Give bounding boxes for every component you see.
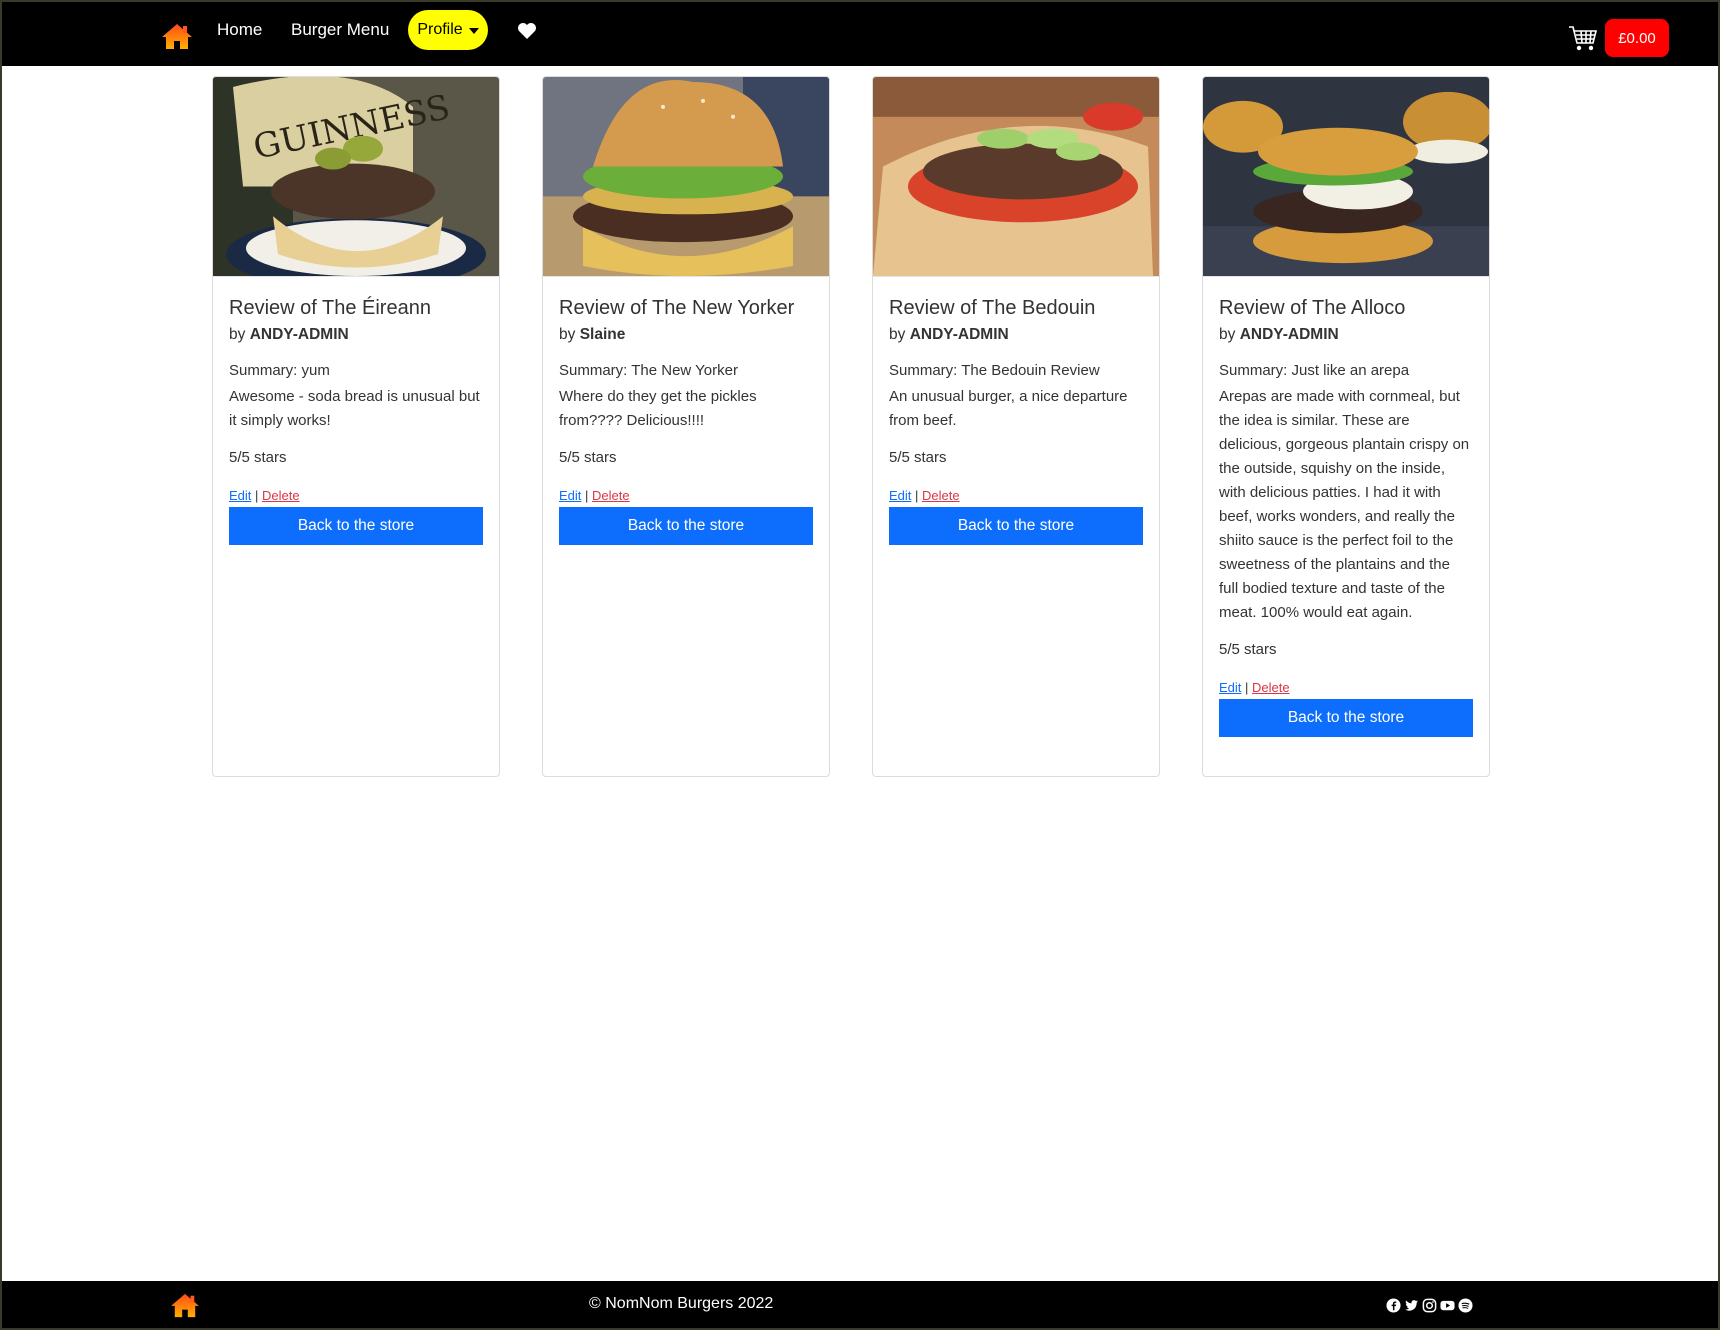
- home-icon[interactable]: [168, 1292, 202, 1318]
- review-title: Review of The Alloco: [1219, 297, 1406, 319]
- review-stars: 5/5 stars: [559, 449, 617, 466]
- instagram-icon[interactable]: [1422, 1298, 1437, 1313]
- review-actions: Edit | Delete: [559, 488, 813, 504]
- review-card: Review of The New Yorker by Slaine Summa…: [542, 76, 830, 777]
- author-name: ANDY-ADMIN: [909, 326, 1009, 343]
- review-card: Review of The Bedouin by ANDY-ADMIN Summ…: [872, 76, 1160, 777]
- back-to-store-button[interactable]: Back to the store: [229, 507, 483, 545]
- review-summary: Summary: The Bedouin Review: [889, 362, 1100, 379]
- burger-image: GUINNESS: [213, 77, 499, 277]
- separator: |: [585, 488, 589, 503]
- by-label: by: [1219, 326, 1236, 343]
- author-name: ANDY-ADMIN: [249, 326, 349, 343]
- navbar: Home Burger Menu Profile £0.00: [0, 0, 1720, 66]
- review-stars: 5/5 stars: [229, 449, 287, 466]
- facebook-icon[interactable]: [1386, 1298, 1401, 1313]
- shopping-cart-icon[interactable]: [1568, 24, 1598, 52]
- review-author: by ANDY-ADMIN: [1219, 326, 1473, 344]
- review-text: An unusual burger, a nice departure from…: [889, 388, 1128, 429]
- review-title: Review of The Éireann: [229, 297, 431, 319]
- spotify-icon[interactable]: [1458, 1298, 1473, 1313]
- burger-image: [1203, 77, 1489, 277]
- author-name: Slaine: [579, 326, 626, 343]
- review-actions: Edit | Delete: [1219, 680, 1473, 696]
- back-to-store-button[interactable]: Back to the store: [559, 507, 813, 545]
- edit-link[interactable]: Edit: [559, 488, 581, 503]
- author-name: ANDY-ADMIN: [1239, 326, 1339, 343]
- nav-home-link[interactable]: Home: [217, 18, 262, 42]
- separator: |: [255, 488, 259, 503]
- review-title: Review of The Bedouin: [889, 297, 1096, 319]
- review-author: by ANDY-ADMIN: [889, 326, 1143, 344]
- review-card: Review of The Alloco by ANDY-ADMIN Summa…: [1202, 76, 1490, 777]
- review-actions: Edit | Delete: [889, 488, 1143, 504]
- review-stars: 5/5 stars: [1219, 641, 1277, 658]
- review-text: Where do they get the pickles from???? D…: [559, 388, 757, 429]
- delete-link[interactable]: Delete: [922, 488, 960, 503]
- review-author: by ANDY-ADMIN: [229, 326, 483, 344]
- edit-link[interactable]: Edit: [229, 488, 251, 503]
- by-label: by: [889, 326, 906, 343]
- burger-image: [543, 77, 829, 277]
- review-summary: Summary: Just like an arepa: [1219, 362, 1410, 379]
- delete-link[interactable]: Delete: [262, 488, 300, 503]
- home-icon[interactable]: [160, 22, 194, 50]
- profile-label: Profile: [417, 21, 463, 38]
- youtube-icon[interactable]: [1440, 1298, 1455, 1313]
- heart-icon[interactable]: [517, 22, 537, 40]
- review-text: Awesome - soda bread is unusual but it s…: [229, 388, 480, 429]
- review-actions: Edit | Delete: [229, 488, 483, 504]
- by-label: by: [229, 326, 246, 343]
- review-summary: Summary: The New Yorker: [559, 362, 738, 379]
- review-card: GUINNESS Review of The Éireann by ANDY-A…: [212, 76, 500, 777]
- delete-link[interactable]: Delete: [1252, 680, 1290, 695]
- burger-image: [873, 77, 1159, 277]
- delete-link[interactable]: Delete: [592, 488, 630, 503]
- review-stars: 5/5 stars: [889, 449, 947, 466]
- copyright-text: © NomNom Burgers 2022: [589, 1295, 774, 1312]
- footer: © NomNom Burgers 2022: [0, 1281, 1720, 1330]
- edit-link[interactable]: Edit: [889, 488, 911, 503]
- chevron-down-icon: [468, 28, 479, 34]
- separator: |: [915, 488, 919, 503]
- review-summary: Summary: yum: [229, 362, 330, 379]
- edit-link[interactable]: Edit: [1219, 680, 1241, 695]
- cart-total-button[interactable]: £0.00: [1605, 19, 1669, 57]
- review-text: Arepas are made with cornmeal, but the i…: [1219, 388, 1470, 621]
- review-title: Review of The New Yorker: [559, 297, 795, 319]
- by-label: by: [559, 326, 576, 343]
- social-links: [1386, 1298, 1473, 1313]
- profile-dropdown-button[interactable]: Profile: [408, 10, 488, 50]
- back-to-store-button[interactable]: Back to the store: [1219, 699, 1473, 737]
- review-author: by Slaine: [559, 326, 813, 344]
- twitter-icon[interactable]: [1404, 1298, 1419, 1313]
- nav-burger-menu-link[interactable]: Burger Menu: [291, 18, 389, 42]
- separator: |: [1245, 680, 1249, 695]
- back-to-store-button[interactable]: Back to the store: [889, 507, 1143, 545]
